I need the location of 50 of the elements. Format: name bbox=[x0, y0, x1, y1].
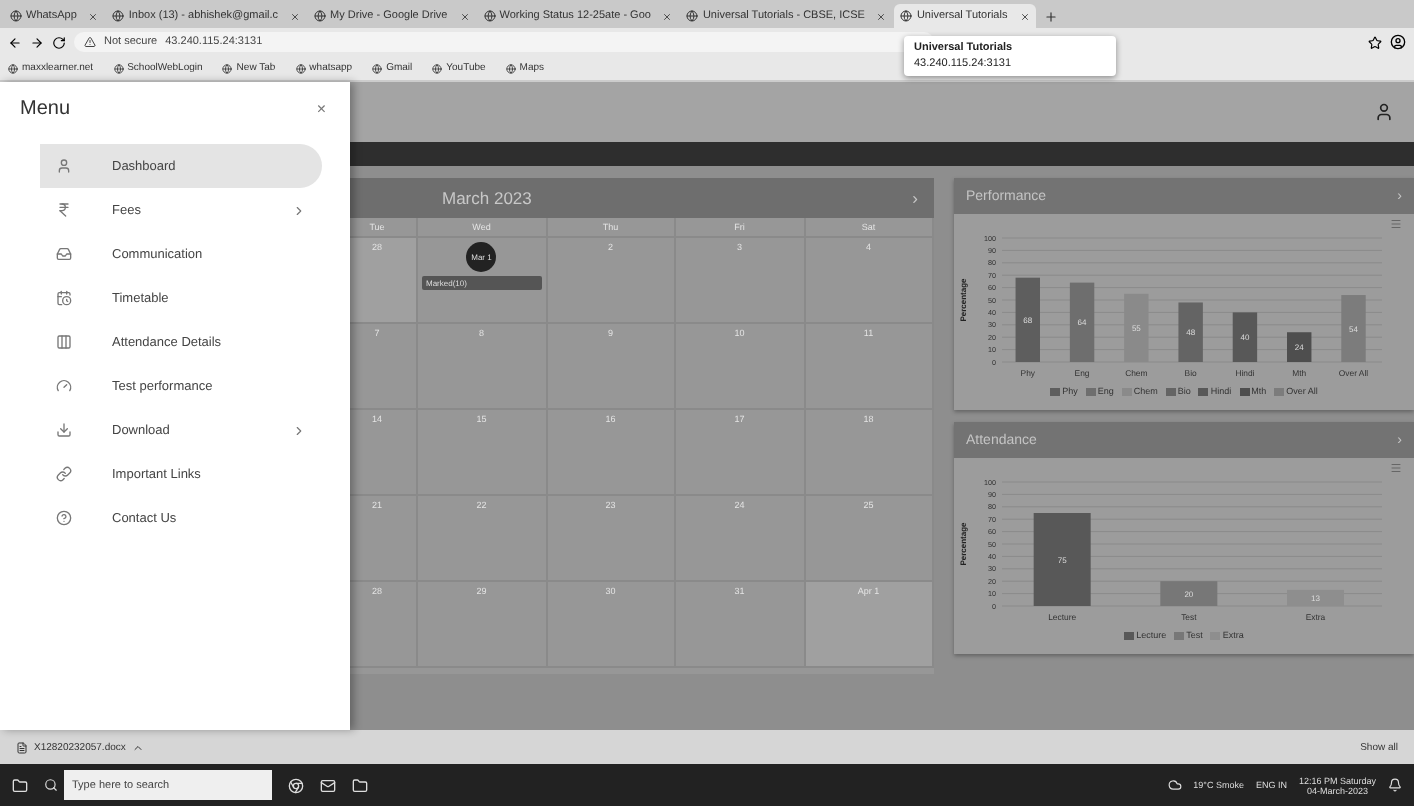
bar bbox=[1178, 302, 1203, 362]
favicon-icon bbox=[483, 10, 496, 22]
inbox-icon bbox=[56, 246, 72, 262]
bar bbox=[1287, 332, 1312, 362]
calendar-clock-icon bbox=[56, 290, 72, 306]
globe-icon bbox=[432, 63, 443, 73]
favicon-icon bbox=[10, 10, 22, 22]
caret-icon[interactable] bbox=[131, 741, 144, 753]
reload-icon[interactable] bbox=[52, 35, 66, 49]
globe-icon bbox=[222, 63, 233, 73]
star-icon[interactable] bbox=[1368, 35, 1382, 49]
menu-title: Menu bbox=[20, 98, 71, 120]
warning-icon bbox=[84, 36, 96, 48]
profile-icon[interactable] bbox=[1390, 34, 1406, 50]
download-icon bbox=[56, 422, 72, 438]
close-button[interactable]: × bbox=[316, 100, 326, 118]
question-icon bbox=[56, 510, 72, 526]
bar bbox=[1341, 295, 1366, 362]
globe-icon bbox=[372, 63, 383, 73]
person-icon[interactable] bbox=[1374, 102, 1394, 122]
next-icon[interactable]: › bbox=[912, 188, 918, 208]
favicon-icon bbox=[314, 10, 327, 22]
forward-icon[interactable] bbox=[30, 35, 44, 49]
bar bbox=[1069, 282, 1095, 362]
mail-icon[interactable] bbox=[320, 777, 336, 793]
weather-icon[interactable] bbox=[1167, 778, 1182, 792]
bar bbox=[1160, 581, 1218, 606]
globe-icon bbox=[113, 63, 124, 73]
new-tab-icon[interactable] bbox=[1043, 10, 1058, 24]
folder-icon[interactable] bbox=[352, 777, 368, 793]
calendar-title: March 2023 bbox=[442, 188, 532, 208]
bar bbox=[1015, 277, 1040, 362]
favicon-icon bbox=[112, 10, 125, 22]
notification-icon[interactable] bbox=[1388, 778, 1402, 792]
gauge-icon bbox=[56, 378, 72, 394]
globe-icon bbox=[295, 63, 306, 73]
bar bbox=[1232, 312, 1258, 362]
rupee-icon bbox=[56, 202, 72, 218]
browser-icon[interactable] bbox=[288, 777, 304, 793]
favicon-icon bbox=[686, 10, 699, 22]
search-icon bbox=[44, 778, 58, 792]
globe-icon bbox=[505, 63, 516, 73]
globe-icon bbox=[8, 63, 18, 73]
back-icon[interactable] bbox=[8, 35, 22, 49]
link-icon bbox=[56, 466, 72, 482]
person-icon bbox=[56, 158, 72, 174]
columns-icon bbox=[56, 334, 72, 350]
file-icon bbox=[16, 741, 28, 753]
favicon-icon bbox=[900, 10, 913, 22]
bar bbox=[1033, 513, 1091, 606]
